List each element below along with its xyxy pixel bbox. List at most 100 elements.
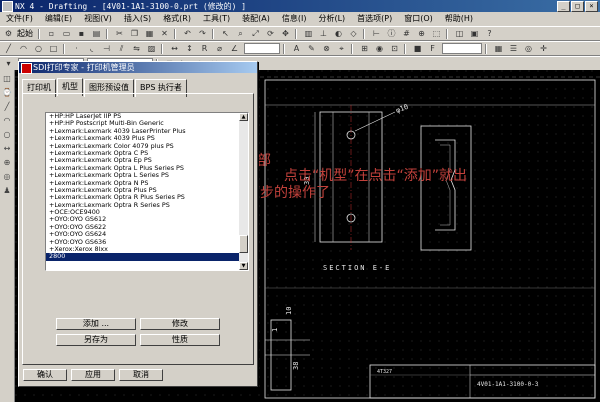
new-file-icon[interactable]: ▫ — [45, 28, 58, 40]
menu-view[interactable]: 视图(V) — [78, 13, 118, 24]
cut-icon[interactable]: ✂ — [113, 28, 126, 40]
copy-icon[interactable]: ❐ — [128, 28, 141, 40]
projected-icon[interactable]: ⊡ — [388, 43, 401, 55]
offset-icon[interactable]: ⫽ — [115, 43, 128, 55]
balloon-icon[interactable]: ◎ — [522, 43, 535, 55]
menu-file[interactable]: 文件(F) — [0, 13, 39, 24]
arc-icon[interactable]: ◠ — [17, 43, 30, 55]
circle-tool-icon[interactable]: ○ — [2, 130, 12, 140]
view-icon[interactable]: ⬚ — [430, 28, 443, 40]
modify-button[interactable]: 修改 — [140, 318, 220, 330]
save-as-button[interactable]: 另存为 — [56, 334, 136, 346]
trim-icon[interactable]: ⊣ — [100, 43, 113, 55]
list-item[interactable]: 2800 — [46, 253, 239, 261]
print-icon[interactable]: ▤ — [90, 28, 103, 40]
menu-preferences[interactable]: 首选项(P) — [351, 13, 398, 24]
label-icon[interactable]: ✎ — [305, 43, 318, 55]
redo-icon[interactable]: ↷ — [196, 28, 209, 40]
font-icon[interactable]: F — [426, 43, 439, 55]
radius-icon[interactable]: R — [198, 43, 211, 55]
model-list-scrollbar[interactable]: ▲ ▼ — [239, 113, 248, 270]
font-combo[interactable] — [442, 43, 482, 54]
symbol-tool-icon[interactable]: ⊕ — [2, 158, 12, 168]
menu-edit[interactable]: 编辑(E) — [39, 13, 78, 24]
minimize-button[interactable]: _ — [557, 0, 570, 12]
menu-help[interactable]: 帮助(H) — [439, 13, 479, 24]
centerline-icon[interactable]: ✛ — [537, 43, 550, 55]
view-tool-icon[interactable]: ◎ — [2, 172, 12, 182]
scroll-up-arrow-icon[interactable]: ▲ — [239, 113, 248, 121]
measure-icon[interactable]: ⊢ — [370, 28, 383, 40]
snap-icon[interactable]: ⊕ — [415, 28, 428, 40]
point-icon[interactable]: · — [70, 43, 83, 55]
menu-format[interactable]: 格式(R) — [157, 13, 197, 24]
line-icon[interactable]: ╱ — [2, 43, 15, 55]
grid-icon[interactable]: # — [400, 28, 413, 40]
delete-icon[interactable]: ✕ — [158, 28, 171, 40]
save-icon[interactable]: ▪ — [75, 28, 88, 40]
shade-icon[interactable]: ◐ — [332, 28, 345, 40]
fillet-icon[interactable]: ◟ — [85, 43, 98, 55]
cancel-button[interactable]: 取消 — [119, 369, 163, 381]
mirror-icon[interactable]: ⇋ — [130, 43, 143, 55]
scroll-down-arrow-icon[interactable]: ▼ — [239, 262, 248, 270]
wcs-icon[interactable]: ⊥ — [317, 28, 330, 40]
history-icon[interactable]: ⌚ — [2, 88, 12, 98]
detail-icon[interactable]: ◉ — [373, 43, 386, 55]
drafting-toolbar: ╱ ◠ ○ □ · ◟ ⊣ ⫽ ⇋ ▨ ↔ ↕ R ⌀ ∠ A ✎ ⊗ ⌖ ⊞ … — [0, 41, 600, 56]
rotate-icon[interactable]: ⟳ — [264, 28, 277, 40]
note-icon[interactable]: A — [290, 43, 303, 55]
zoom-icon[interactable]: ⌕ — [234, 28, 247, 40]
list-item[interactable]: +Xerox:Xerox 8lxx — [46, 245, 239, 253]
filter-icon[interactable]: ▾ — [2, 58, 15, 70]
model-listbox[interactable]: +HP:HP LaserJet IIP PS +HP:HP Postscript … — [45, 112, 249, 271]
dimension-tool-icon[interactable]: ↔ — [2, 144, 12, 154]
menu-insert[interactable]: 插入(S) — [118, 13, 157, 24]
ok-button[interactable]: 确认 — [23, 369, 67, 381]
angle-icon[interactable]: ∠ — [228, 43, 241, 55]
table-icon[interactable]: ▦ — [492, 43, 505, 55]
gdt-icon[interactable]: ⌖ — [335, 43, 348, 55]
layer-icon[interactable]: ▥ — [302, 28, 315, 40]
apply-button[interactable]: 应用 — [71, 369, 115, 381]
start-label[interactable]: 起始 — [17, 28, 33, 39]
menu-window[interactable]: 窗口(O) — [398, 13, 439, 24]
scroll-thumb[interactable] — [239, 235, 248, 253]
info-icon[interactable]: ⓘ — [385, 28, 398, 40]
add-button[interactable]: 添加 ... — [56, 318, 136, 330]
arc-tool-icon[interactable]: ◠ — [2, 116, 12, 126]
maximize-button[interactable]: □ — [571, 0, 584, 12]
menu-info[interactable]: 信息(I) — [276, 13, 313, 24]
hatch-icon[interactable]: ▨ — [145, 43, 158, 55]
parts-list-icon[interactable]: ☰ — [507, 43, 520, 55]
dimension-icon[interactable]: ↔ — [168, 43, 181, 55]
help-icon[interactable]: ? — [483, 28, 496, 40]
properties-button[interactable]: 性质 — [140, 334, 220, 346]
nx-app-icon — [2, 0, 13, 12]
diameter-icon[interactable]: ⌀ — [213, 43, 226, 55]
vertical-dim-icon[interactable]: ↕ — [183, 43, 196, 55]
roles-icon[interactable]: ♟ — [2, 186, 12, 196]
pan-icon[interactable]: ✥ — [279, 28, 292, 40]
paste-icon[interactable]: ▦ — [143, 28, 156, 40]
sketch-icon[interactable]: ╱ — [2, 102, 12, 112]
drawing-icon[interactable]: ◫ — [453, 28, 466, 40]
fit-icon[interactable]: ⤢ — [249, 28, 262, 40]
navigator-icon[interactable]: ◫ — [2, 74, 12, 84]
circle-icon[interactable]: ○ — [32, 43, 45, 55]
wireframe-icon[interactable]: ◇ — [347, 28, 360, 40]
menu-tools[interactable]: 工具(T) — [197, 13, 236, 24]
start-icon[interactable]: ⚙ — [2, 28, 15, 40]
color-icon[interactable]: ■ — [411, 43, 424, 55]
menu-analysis[interactable]: 分析(L) — [312, 13, 351, 24]
rect-icon[interactable]: □ — [47, 43, 60, 55]
menu-assembly[interactable]: 装配(A) — [236, 13, 276, 24]
undo-icon[interactable]: ↶ — [181, 28, 194, 40]
close-button[interactable]: × — [585, 0, 598, 12]
section-icon[interactable]: ⊞ — [358, 43, 371, 55]
symbol-icon[interactable]: ⊗ — [320, 43, 333, 55]
open-file-icon[interactable]: ▭ — [60, 28, 73, 40]
sheet-icon[interactable]: ▣ — [468, 28, 481, 40]
dimension-combo[interactable] — [244, 43, 280, 54]
select-icon[interactable]: ↖ — [219, 28, 232, 40]
